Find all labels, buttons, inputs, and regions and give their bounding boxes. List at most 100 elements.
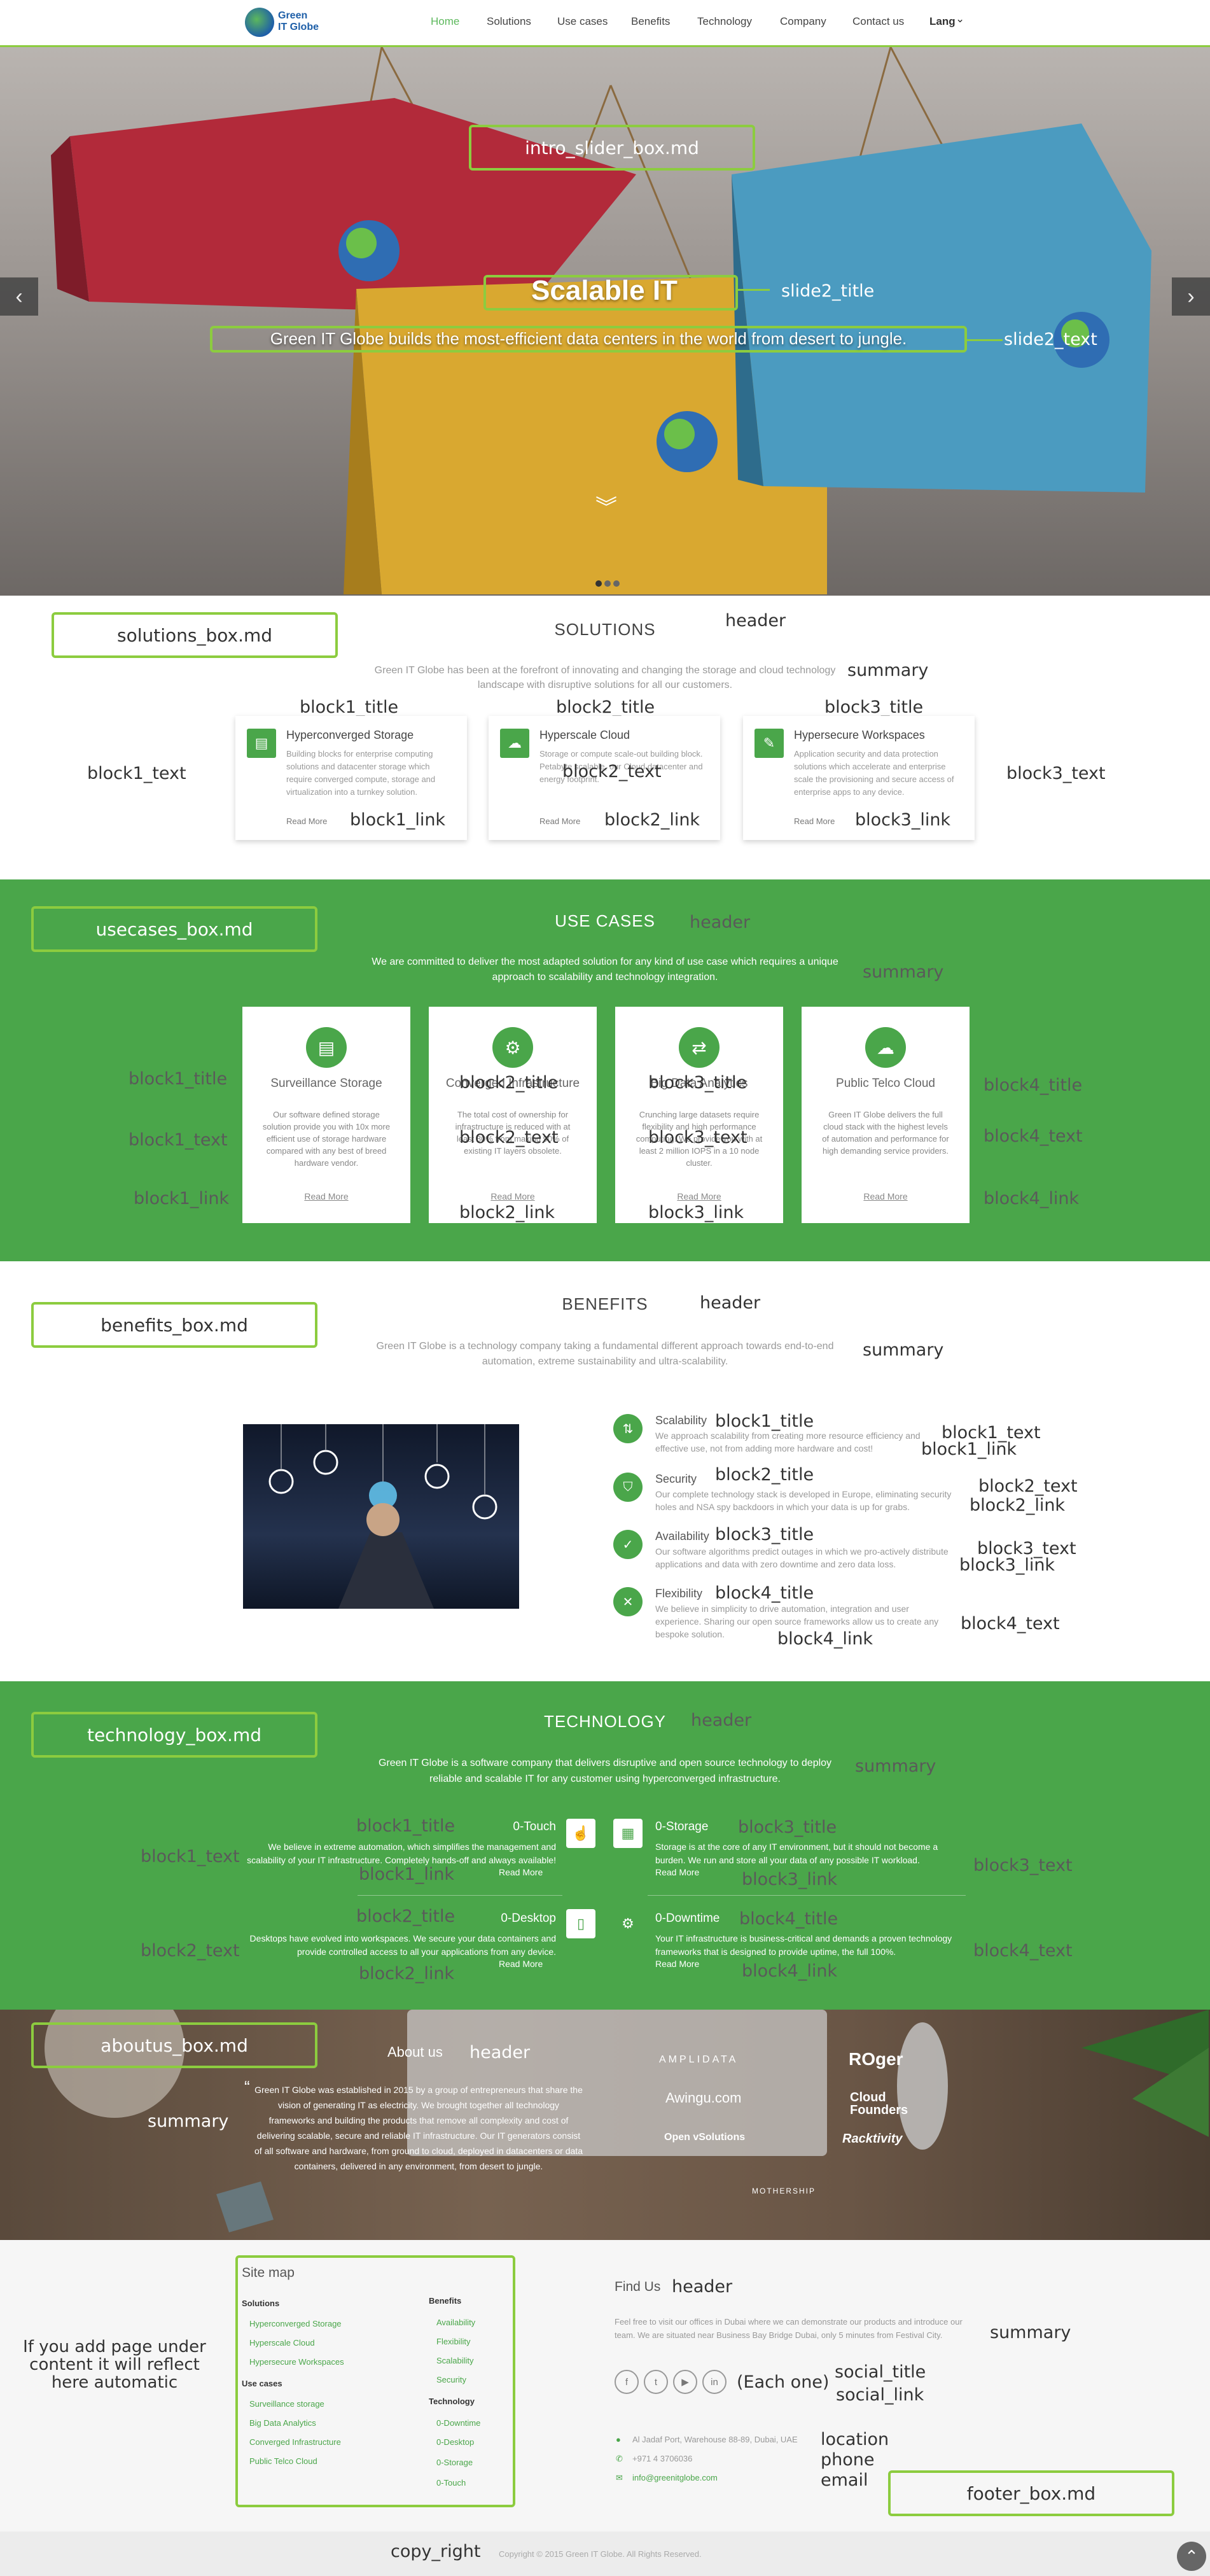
cogs-icon: ⚙ <box>492 1027 533 1068</box>
about-summary-label: summary <box>148 2111 229 2131</box>
benefit-title: Availability <box>655 1530 709 1543</box>
sitemap-link[interactable]: Scalability <box>436 2356 474 2365</box>
scalability-icon: ⇅ <box>613 1414 643 1443</box>
sol-block1-title-label: block1_title <box>300 697 399 717</box>
email-link[interactable]: info@greenitglobe.com <box>632 2473 718 2482</box>
nav-solutions[interactable]: Solutions <box>487 15 531 28</box>
lang-caret-icon[interactable]: ⌄ <box>956 13 964 25</box>
slide-text: Green IT Globe builds the most-efficient… <box>270 329 907 348</box>
facebook-icon[interactable]: f <box>615 2370 639 2394</box>
sitemap-link[interactable]: Hypersecure Workspaces <box>249 2357 344 2367</box>
usecase-card-4: ☁ Public Telco Cloud Green IT Globe deli… <box>802 1007 970 1223</box>
tech1-title-label: block1_title <box>356 1816 455 1836</box>
cogs-icon: ⚙ <box>622 1915 634 1931</box>
usecase-card-title: Surveillance Storage <box>270 1077 382 1090</box>
aboutus-box-label: aboutus_box.md <box>31 2022 317 2068</box>
sitemap-link[interactable]: Surveillance storage <box>249 2399 324 2409</box>
uc-block4-title-label: block4_title <box>984 1075 1083 1095</box>
sitemap-heading-technology: Technology <box>429 2397 475 2406</box>
read-more-link[interactable]: Read More <box>539 816 580 826</box>
findus-text: Feel free to visit our offices in Dubai … <box>615 2317 963 2340</box>
sitemap-link[interactable]: 0-Desktop <box>436 2437 474 2447</box>
logo[interactable]: Green IT Globe <box>245 6 334 39</box>
scroll-down-icon[interactable]: ︾ <box>595 490 617 521</box>
pencil-icon: ✎ <box>755 729 784 758</box>
exchange-icon: ⇄ <box>679 1027 720 1068</box>
linkedin-icon[interactable]: in <box>702 2370 727 2394</box>
benefit1-title-label: block1_title <box>715 1411 814 1431</box>
sitemap-link[interactable]: 0-Storage <box>436 2458 473 2467</box>
tech3-title-label: block3_title <box>738 1817 837 1837</box>
about-text: Green IT Globe was established in 2015 b… <box>254 2085 583 2171</box>
sitemap-link[interactable]: Hyperconverged Storage <box>249 2319 342 2328</box>
solution-card-2: ☁ Hyperscale Cloud Storage or compute sc… <box>489 716 720 840</box>
slider-next-button[interactable]: › <box>1172 277 1210 316</box>
read-more-link[interactable]: Read More <box>802 1191 970 1201</box>
nav-lang[interactable]: Lang <box>929 15 956 28</box>
tech4-link-label: block4_link <box>742 1961 838 1981</box>
sitemap-link[interactable]: Security <box>436 2375 466 2384</box>
random-icon: ✕ <box>613 1587 643 1616</box>
tech-title: 0-Touch <box>513 1820 556 1833</box>
sitemap-link[interactable]: Availability <box>436 2318 475 2327</box>
phone-label: phone <box>821 2450 875 2470</box>
read-more-link[interactable]: Read More <box>499 1959 543 1969</box>
benefit2-link-label: block2_link <box>970 1495 1066 1515</box>
benefit3-link-label: block3_link <box>959 1555 1055 1575</box>
cloud-icon: ☁ <box>865 1027 906 1068</box>
location-label: location <box>821 2430 889 2449</box>
read-more-link[interactable]: Read More <box>286 816 327 826</box>
storage-icon: ▦ <box>613 1819 643 1848</box>
touch-icon: ☝ <box>566 1819 595 1848</box>
storage-icon: ▤ <box>247 729 276 758</box>
benefit-title: Scalability <box>655 1414 707 1427</box>
about-header-label: header <box>469 2043 531 2062</box>
tech-text: Desktops have evolved into workspaces. W… <box>249 1933 556 1957</box>
uc-block4-text-label: block4_text <box>984 1126 1083 1146</box>
read-more-link[interactable]: Read More <box>242 1191 410 1201</box>
sitemap-link[interactable]: Hyperscale Cloud <box>249 2338 315 2348</box>
slider-prev-button[interactable]: ‹ <box>0 277 38 316</box>
partner-logo-amplidata: AMPLIDATA <box>659 2054 739 2065</box>
social-each-note: (Each one) <box>737 2372 830 2392</box>
slider-dots[interactable] <box>595 580 621 587</box>
read-more-link[interactable]: Read More <box>429 1191 597 1201</box>
sitemap-link[interactable]: Big Data Analytics <box>249 2418 316 2428</box>
youtube-icon[interactable]: ▶ <box>673 2370 697 2394</box>
nav-technology[interactable]: Technology <box>697 15 752 28</box>
nav-home[interactable]: Home <box>431 15 459 28</box>
benefits-summary-label: summary <box>863 1340 944 1360</box>
slide-title-arrow <box>738 289 770 291</box>
nav-use-cases[interactable]: Use cases <box>557 15 608 28</box>
sitemap-link[interactable]: 0-Downtime <box>436 2418 480 2428</box>
location-icon: ● <box>616 2435 621 2444</box>
usecases-title: USE CASES <box>555 911 655 930</box>
usecase-card-text: Green IT Globe delivers the full cloud s… <box>822 1110 949 1156</box>
lightbulbs-illustration <box>268 1424 497 1609</box>
read-more-link[interactable]: Read More <box>615 1191 783 1201</box>
benefit3-title-label: block3_title <box>715 1525 814 1544</box>
read-more-link[interactable]: Read More <box>655 1867 699 1877</box>
sitemap-link[interactable]: 0-Touch <box>436 2478 466 2488</box>
solutions-title: SOLUTIONS <box>554 620 656 639</box>
nav-benefits[interactable]: Benefits <box>631 15 670 28</box>
sitemap-link[interactable]: Public Telco Cloud <box>249 2456 317 2466</box>
benefit-title: Flexibility <box>655 1587 703 1600</box>
benefits-image <box>243 1424 519 1609</box>
tech-title: 0-Downtime <box>655 1912 720 1925</box>
read-more-link[interactable]: Read More <box>794 816 835 826</box>
read-more-link[interactable]: Read More <box>499 1867 543 1877</box>
read-more-link[interactable]: Read More <box>655 1959 699 1969</box>
solutions-header-label: header <box>725 611 786 631</box>
sitemap-link[interactable]: Flexibility <box>436 2337 470 2346</box>
back-to-top-button[interactable]: ⌃ <box>1177 2542 1206 2571</box>
nav-contact-us[interactable]: Contact us <box>852 15 904 28</box>
benefit2-text-label: block2_text <box>978 1476 1078 1496</box>
twitter-icon[interactable]: t <box>644 2370 668 2394</box>
sitemap-heading-benefits: Benefits <box>429 2296 462 2306</box>
nav-company[interactable]: Company <box>780 15 826 28</box>
globe-logo-icon <box>245 8 274 37</box>
sol-block2-title-label: block2_title <box>556 697 655 717</box>
benefit-text: Our software algorithms predict outages … <box>655 1546 949 1569</box>
sitemap-link[interactable]: Converged Infrastructure <box>249 2437 341 2447</box>
